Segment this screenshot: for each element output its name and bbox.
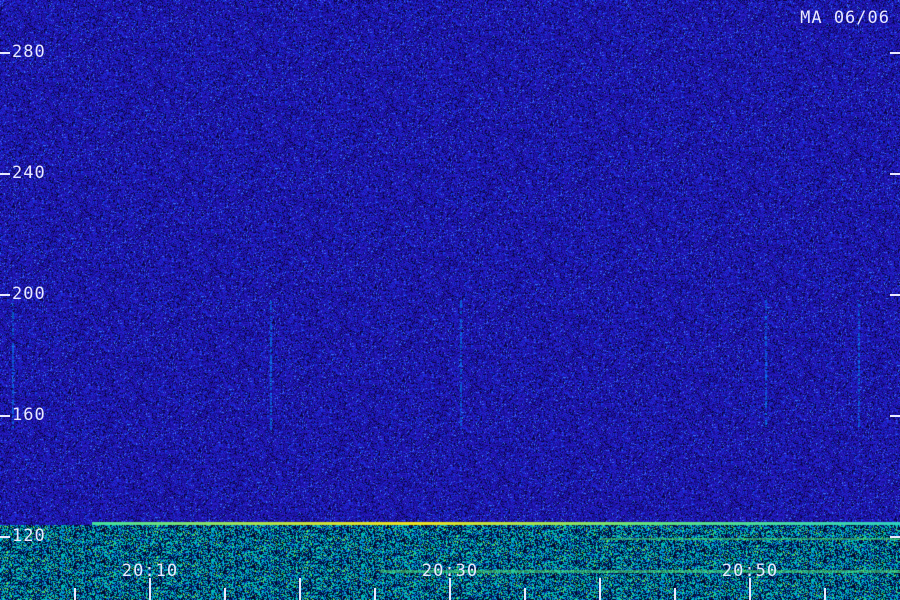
chart-title: MA 06/06 [800,8,890,28]
y-tick-left [0,415,10,417]
x-tick-label: 20:10 [121,561,179,581]
y-tick-right [890,536,900,538]
y-tick-left [0,294,10,296]
x-tick [149,578,151,600]
y-tick-left [0,52,10,54]
x-tick [374,588,376,600]
y-tick-label: 240 [12,163,46,183]
x-tick [599,578,601,600]
y-tick-left [0,536,10,538]
x-tick [224,588,226,600]
x-tick [824,588,826,600]
y-tick-right [890,173,900,175]
y-tick-right [890,294,900,296]
x-tick-label: 20:30 [421,561,479,581]
y-tick-left [0,173,10,175]
y-tick-right [890,415,900,417]
x-tick [449,578,451,600]
x-tick [299,578,301,600]
y-tick-label: 280 [12,42,46,62]
x-tick-label: 20:50 [721,561,779,581]
x-tick [749,578,751,600]
x-tick [524,588,526,600]
spectrogram-canvas [0,0,900,600]
x-tick [74,588,76,600]
y-tick-right [890,52,900,54]
x-tick [674,588,676,600]
y-tick-label: 160 [12,405,46,425]
y-tick-label: 200 [12,284,46,304]
y-tick-label: 120 [12,526,46,546]
